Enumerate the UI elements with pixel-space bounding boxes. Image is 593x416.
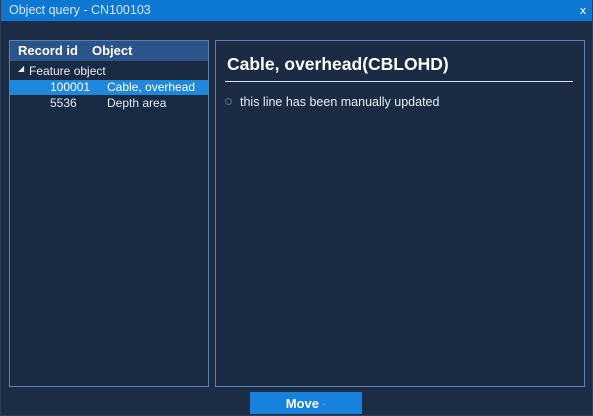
record-tree-panel: Record id Object ◢ Feature object 100001… [9, 40, 209, 387]
object-title: Cable, overhead(CBLOHD) [227, 54, 449, 74]
move-button[interactable]: Move · [250, 392, 362, 414]
caret-down-icon[interactable]: ◢ [18, 64, 24, 73]
tree-row-5536[interactable]: 5536 Depth area [10, 96, 208, 111]
object-cell: Cable, overhead [107, 80, 196, 94]
move-button-dot: · [321, 396, 327, 411]
object-detail-panel: Cable, overhead(CBLOHD) this line has be… [215, 40, 585, 387]
title-divider [225, 81, 573, 82]
window-title: Object query - CN100103 [9, 3, 151, 17]
record-id-cell: 100001 [50, 80, 91, 94]
tree-header: Record id Object [10, 41, 208, 61]
tree-group-feature-object[interactable]: ◢ Feature object [10, 63, 208, 79]
circle-bullet-icon [225, 98, 232, 105]
close-icon[interactable]: x [574, 0, 592, 21]
object-query-window: Object query - CN100103 x Record id Obje… [0, 0, 593, 416]
tree-group-label: Feature object [29, 64, 106, 78]
title-bar: Object query - CN100103 x [1, 0, 592, 21]
note-text: this line has been manually updated [240, 95, 440, 109]
object-column-header[interactable]: Object [92, 43, 132, 58]
move-button-label: Move [285, 396, 319, 411]
record-id-cell: 5536 [50, 96, 77, 110]
record-id-column-header[interactable]: Record id [18, 43, 78, 58]
tree-row-100001[interactable]: 100001 Cable, overhead [10, 80, 208, 95]
object-cell: Depth area [107, 96, 167, 110]
